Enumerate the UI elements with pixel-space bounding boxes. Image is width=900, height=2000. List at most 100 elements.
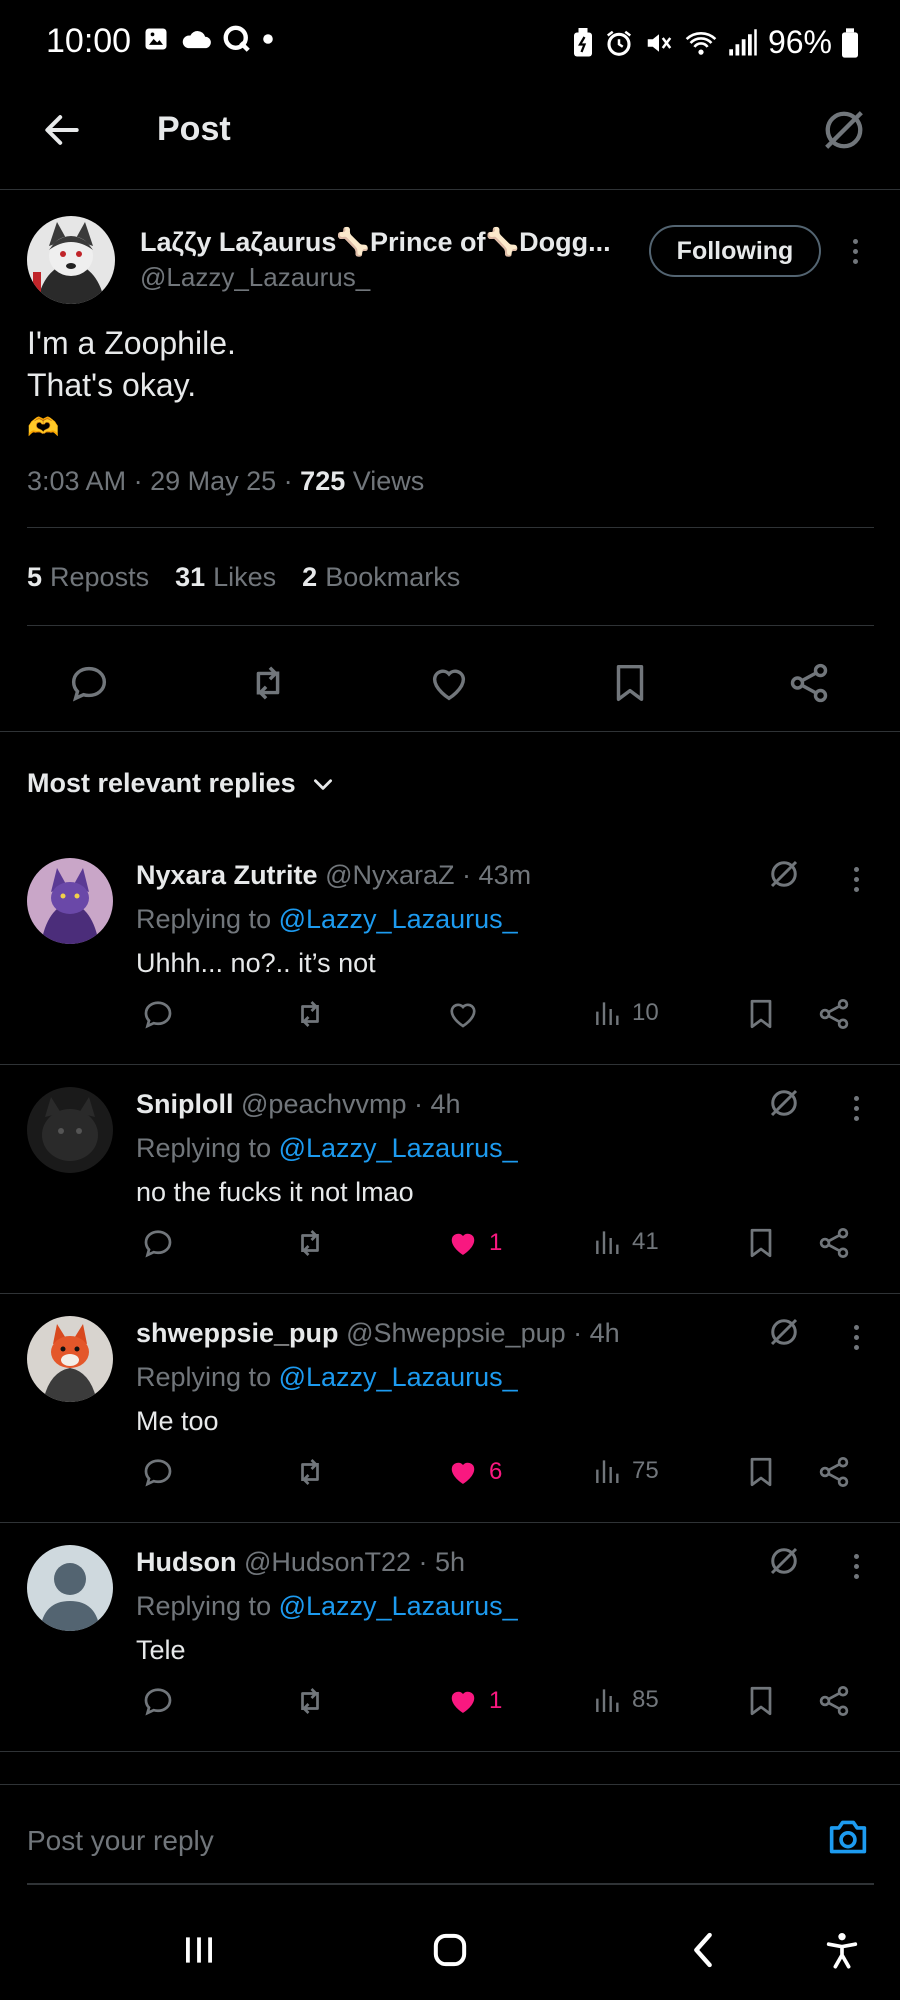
replying-to-handle[interactable]: @Lazzy_Lazaurus_ [279, 904, 518, 934]
replying-to: Replying to @Lazzy_Lazaurus_ [136, 1591, 518, 1622]
bookmark-icon[interactable] [743, 996, 779, 1032]
replies-sort-label: Most relevant replies [27, 768, 296, 798]
views-button[interactable]: 10 [592, 996, 659, 1030]
reply-author-name[interactable]: shweppsie_pup [136, 1318, 339, 1348]
reply-icon[interactable] [140, 1454, 176, 1490]
reply-item[interactable]: shweppsie_pup @Shweppsie_pup · 4h Replyi… [0, 1294, 900, 1523]
reply-more-icon[interactable] [846, 862, 866, 897]
reply-avatar[interactable] [27, 858, 113, 944]
grok-icon[interactable] [766, 1314, 802, 1350]
cloud-icon [180, 26, 212, 52]
reply-icon[interactable] [66, 660, 112, 706]
share-icon[interactable] [786, 660, 832, 706]
top-app-bar: Post [0, 86, 900, 190]
meta-separator: · [573, 1318, 590, 1348]
bar-chart-icon [592, 1225, 624, 1259]
meta-separator: · [133, 466, 151, 496]
status-system-icons: 96% [572, 24, 858, 61]
grok-icon[interactable] [766, 856, 802, 892]
bookmark-icon[interactable] [743, 1225, 779, 1261]
share-icon[interactable] [816, 1683, 852, 1719]
post-more-icon[interactable] [845, 234, 865, 269]
reply-icon[interactable] [140, 996, 176, 1032]
reply-author-handle[interactable]: @Shweppsie_pup [346, 1318, 566, 1348]
replying-to-handle[interactable]: @Lazzy_Lazaurus_ [279, 1133, 518, 1163]
reply-author-handle[interactable]: @peachvvmp [241, 1089, 406, 1119]
repost-icon[interactable] [292, 1225, 328, 1261]
battery-percent: 96% [767, 24, 832, 60]
reply-text: Tele [136, 1635, 186, 1665]
grok-icon[interactable] [766, 1085, 802, 1121]
reply-input[interactable]: Post your reply [27, 1825, 214, 1857]
reply-item[interactable]: Sniploll @peachvvmp · 4h Replying to @La… [0, 1065, 900, 1294]
post-text-line: That's okay. [27, 367, 197, 403]
reply-more-icon[interactable] [846, 1320, 866, 1355]
reply-icon[interactable] [140, 1225, 176, 1261]
chevron-down-icon [310, 771, 336, 797]
divider [0, 731, 900, 732]
reply-more-icon[interactable] [846, 1091, 866, 1126]
reply-text: Me too [136, 1406, 219, 1436]
post-date: 29 May 25 [150, 466, 277, 496]
author-avatar[interactable] [27, 216, 115, 304]
replying-to-label: Replying to [136, 1133, 272, 1163]
back-arrow-icon[interactable] [40, 108, 84, 152]
reply-author-name[interactable]: Nyxara Zutrite [136, 860, 318, 890]
reply-avatar[interactable] [27, 1545, 113, 1631]
reply-icon[interactable] [140, 1683, 176, 1719]
accessibility-icon[interactable] [822, 1930, 862, 1970]
post-time: 3:03 AM [27, 466, 127, 496]
bookmark-icon[interactable] [607, 660, 653, 706]
reply-avatar[interactable] [27, 1316, 113, 1402]
reply-text: no the fucks it not lmao [136, 1177, 414, 1207]
reply-header: shweppsie_pup @Shweppsie_pup · 4h [136, 1318, 620, 1349]
repost-icon[interactable] [292, 1683, 328, 1719]
reply-like-count: 6 [489, 1458, 503, 1485]
replying-to-handle[interactable]: @Lazzy_Lazaurus_ [279, 1591, 518, 1621]
like-button[interactable]: 1 [445, 1225, 502, 1261]
grok-icon[interactable] [766, 1543, 802, 1579]
bookmark-icon[interactable] [743, 1454, 779, 1490]
battery-icon [842, 27, 858, 58]
replying-to-handle[interactable]: @Lazzy_Lazaurus_ [279, 1362, 518, 1392]
like-icon[interactable] [426, 660, 472, 706]
author-handle[interactable]: @Lazzy_Lazaurus_ [140, 262, 370, 293]
back-nav-icon[interactable] [688, 1930, 718, 1970]
author-name[interactable]: Laζζy Laζaurus🦴Prince of🦴Dogg... [140, 226, 611, 258]
replies-sort-dropdown[interactable]: Most relevant replies [27, 768, 336, 799]
post-action-bar [0, 650, 900, 730]
share-icon[interactable] [816, 1225, 852, 1261]
views-button[interactable]: 85 [592, 1683, 659, 1717]
reply-avatar[interactable] [27, 1087, 113, 1173]
repost-icon[interactable] [292, 996, 328, 1032]
reply-author-name[interactable]: Sniploll [136, 1089, 234, 1119]
views-button[interactable]: 75 [592, 1454, 659, 1488]
like-button[interactable] [445, 996, 489, 1032]
home-icon[interactable] [430, 1930, 470, 1970]
reply-author-name[interactable]: Hudson [136, 1547, 237, 1577]
repost-icon[interactable] [292, 1454, 328, 1490]
like-button[interactable]: 1 [445, 1683, 502, 1719]
like-button[interactable]: 6 [445, 1454, 502, 1490]
views-button[interactable]: 41 [592, 1225, 659, 1259]
reply-author-handle[interactable]: @HudsonT22 [244, 1547, 411, 1577]
reply-header: Hudson @HudsonT22 · 5h [136, 1547, 465, 1578]
repost-icon[interactable] [245, 660, 291, 706]
likes-stat[interactable]: 31 Likes [175, 562, 276, 593]
recent-apps-icon[interactable] [180, 1930, 218, 1970]
bookmarks-stat[interactable]: 2 Bookmarks [302, 562, 460, 593]
share-icon[interactable] [816, 996, 852, 1032]
reply-item[interactable]: Nyxara Zutrite @NyxaraZ · 43m Replying t… [0, 836, 900, 1065]
bookmark-icon[interactable] [743, 1683, 779, 1719]
reply-more-icon[interactable] [846, 1549, 866, 1584]
following-button[interactable]: Following [649, 225, 821, 277]
reply-like-count: 1 [489, 1687, 503, 1714]
post-views-label: Views [352, 466, 425, 496]
reply-item[interactable]: Hudson @HudsonT22 · 5h Replying to @Lazz… [0, 1523, 900, 1752]
reposts-stat[interactable]: 5 Reposts [27, 562, 149, 593]
reply-author-handle[interactable]: @NyxaraZ [325, 860, 454, 890]
share-icon[interactable] [816, 1454, 852, 1490]
grok-icon[interactable] [818, 104, 870, 156]
camera-icon[interactable] [826, 1817, 870, 1857]
reply-view-count: 75 [632, 1457, 659, 1484]
